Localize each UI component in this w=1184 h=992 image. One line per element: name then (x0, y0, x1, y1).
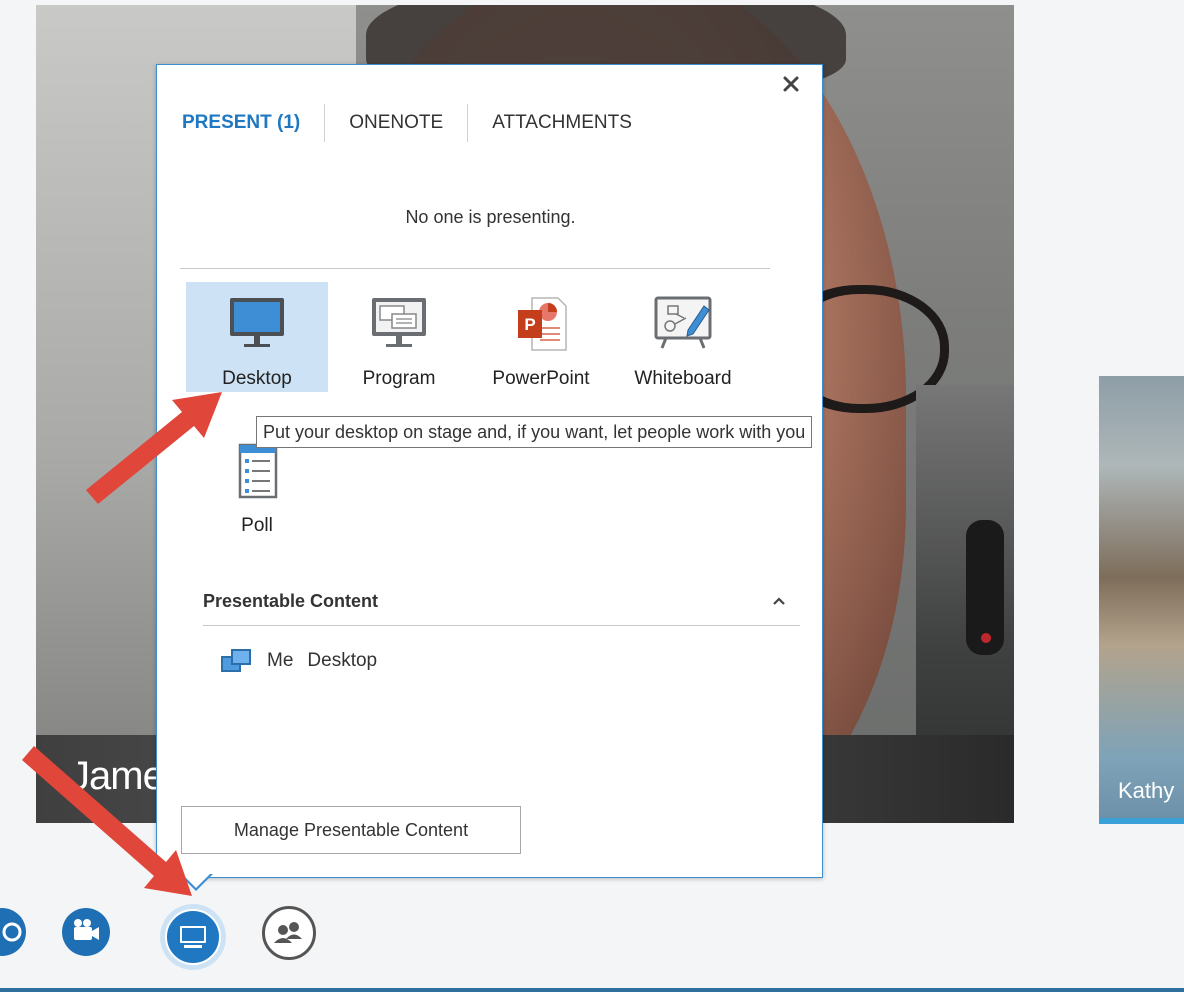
participants-icon (274, 922, 302, 943)
dialpad-button[interactable] (0, 908, 26, 956)
toolbar-divider (0, 988, 1184, 992)
meeting-window: Jame Kathy PRESENT (1) ONENOTE ATTACHMEN… (0, 0, 1184, 992)
video-button[interactable] (62, 908, 110, 956)
participants-button[interactable] (262, 906, 316, 960)
dialpad-icon (2, 922, 22, 942)
arrow-to-desktop (86, 392, 222, 504)
video-camera-icon (74, 919, 99, 940)
annotation-arrows (22, 392, 222, 896)
present-button-core (165, 909, 221, 965)
present-button[interactable] (160, 904, 226, 970)
arrow-to-present-button (22, 746, 192, 896)
present-screen-icon (180, 926, 206, 948)
